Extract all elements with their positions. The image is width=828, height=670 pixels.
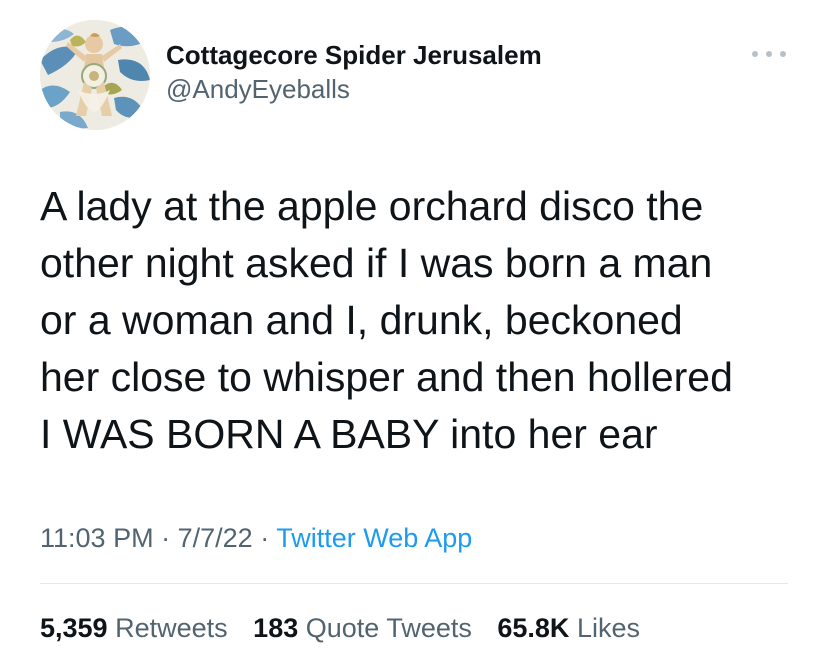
author-info: Cottagecore Spider Jerusalem @AndyEyebal…	[166, 38, 542, 106]
quote-tweets-stat[interactable]: 183 Quote Tweets	[253, 613, 472, 643]
tweet-card: Cottagecore Spider Jerusalem @AndyEyebal…	[0, 0, 828, 670]
illustrated-figure-avatar-icon	[40, 20, 150, 130]
more-dot	[752, 51, 758, 57]
meta-separator: ·	[260, 523, 270, 553]
meta-separator: ·	[161, 523, 171, 553]
likes-count: 65.8K	[497, 613, 570, 643]
author-display-name[interactable]: Cottagecore Spider Jerusalem	[166, 38, 542, 72]
likes-stat[interactable]: 65.8K Likes	[497, 613, 640, 643]
tweet-time[interactable]: 11:03 PM	[40, 523, 154, 553]
retweets-count: 5,359	[40, 613, 108, 643]
tweet-date[interactable]: 7/7/22	[178, 523, 253, 553]
divider	[40, 583, 788, 584]
more-dot	[766, 51, 772, 57]
retweets-stat[interactable]: 5,359 Retweets	[40, 613, 228, 643]
quote-tweets-count: 183	[253, 613, 299, 643]
likes-label: Likes	[576, 613, 640, 643]
quote-tweets-label: Quote Tweets	[305, 613, 472, 643]
more-dots-icon[interactable]	[752, 44, 786, 64]
tweet-metadata: 11:03 PM · 7/7/22 · Twitter Web App	[40, 518, 472, 558]
more-dot	[780, 51, 786, 57]
source-app-link[interactable]: Twitter Web App	[276, 523, 472, 553]
retweets-label: Retweets	[115, 613, 228, 643]
author-handle[interactable]: @AndyEyeballs	[166, 72, 542, 106]
avatar[interactable]	[40, 20, 150, 130]
engagement-stats: 5,359 Retweets 183 Quote Tweets 65.8K Li…	[40, 608, 658, 648]
tweet-text: A lady at the apple orchard disco the ot…	[40, 183, 733, 457]
